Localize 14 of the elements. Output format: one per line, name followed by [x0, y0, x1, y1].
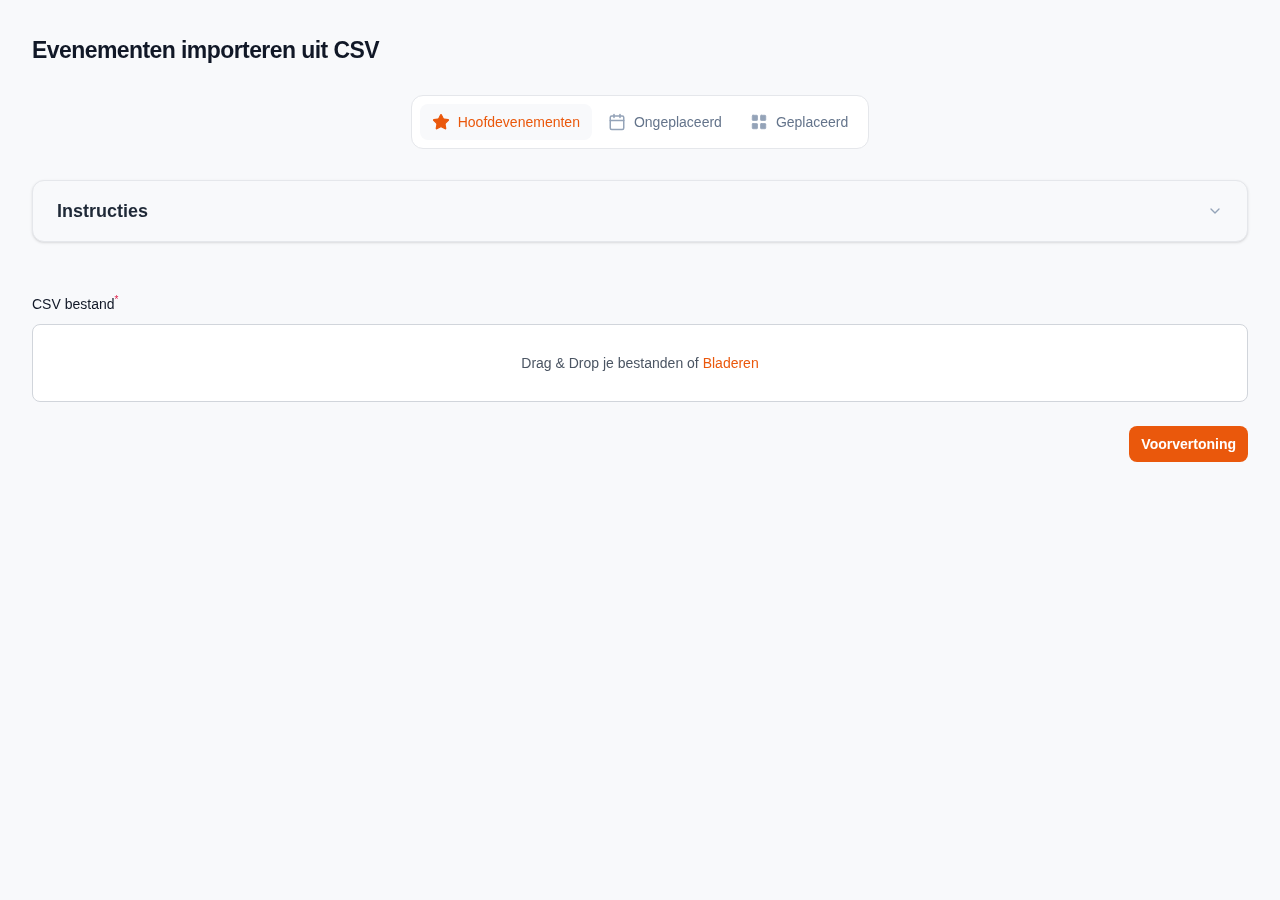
page-title: Evenementen importeren uit CSV: [32, 36, 381, 64]
calendar-icon: [607, 113, 626, 131]
instructions-accordion[interactable]: Instructies: [32, 180, 1248, 242]
browse-link[interactable]: Bladeren: [702, 355, 759, 371]
tab[interactable]: Hoofdevenementen: [419, 104, 592, 140]
required-mark: *: [114, 294, 119, 306]
tab[interactable]: Geplaceerd: [737, 104, 861, 140]
field-label: CSV bestand: [32, 296, 115, 314]
file-drop-zone[interactable]: Drag & Drop je bestanden of Bladeren: [32, 324, 1248, 402]
grid-icon: [749, 113, 768, 131]
tab[interactable]: Ongeplaceerd: [595, 104, 734, 140]
preview-button[interactable]: Voorvertoning: [1129, 426, 1248, 462]
star-icon: [431, 113, 450, 131]
drop-zone-prompt: Drag & Drop je bestanden of Bladeren: [521, 354, 759, 373]
